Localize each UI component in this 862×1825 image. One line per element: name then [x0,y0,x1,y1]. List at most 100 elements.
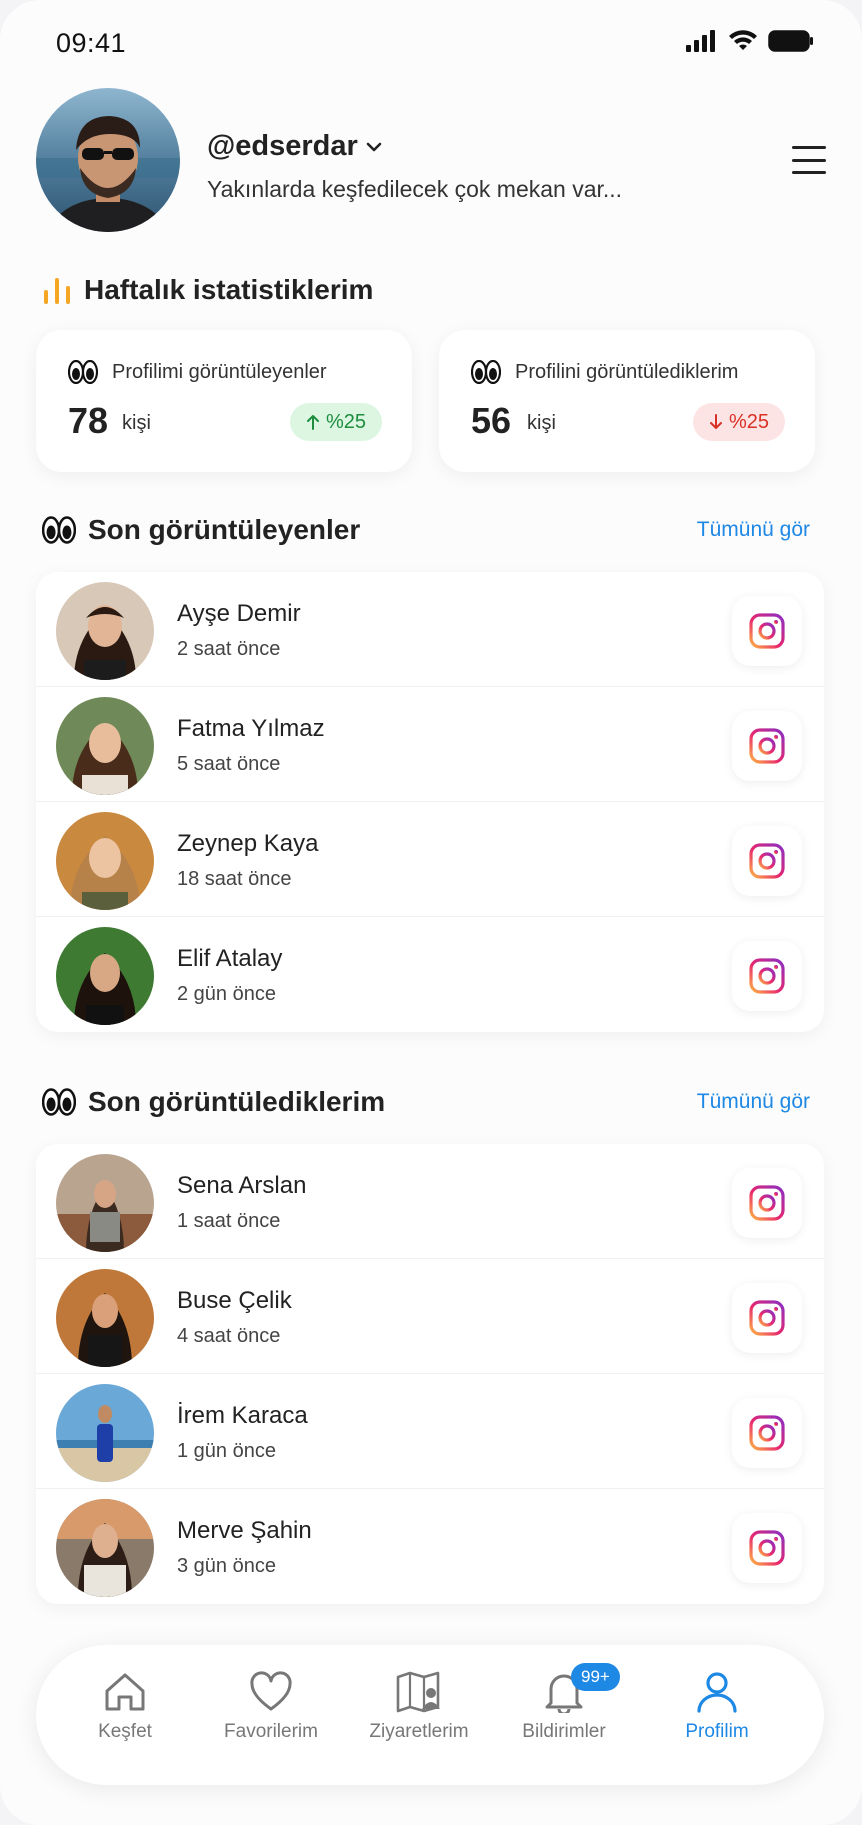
username-dropdown[interactable]: @edserdar [207,130,382,163]
view-time: 5 saat önce [177,753,281,775]
eyes-icon [471,360,501,384]
stat-value: 56 [471,400,512,441]
person-name: Sena Arslan [177,1172,307,1199]
eyes-icon [42,516,76,544]
avatar [56,812,154,910]
person-name: Merve Şahin [177,1517,312,1544]
trend-up-badge: %25 [289,403,382,441]
recent-viewed-header: Son görüntülediklerim [42,1086,385,1118]
avatar [56,1154,154,1252]
recent-viewers-header: Son görüntüleyenler [42,514,360,546]
list-item[interactable]: Elif Atalay 2 gün önce [36,917,824,1032]
recent-viewers-list: Ayşe Demir 2 saat önce Fatma Yılmaz 5 sa… [36,572,824,1032]
instagram-icon [749,613,785,649]
notification-badge: 99+ [571,1663,620,1691]
see-all-viewers-link[interactable]: Tümünü gör [697,518,810,542]
list-item[interactable]: Sena Arslan 1 saat önce [36,1144,824,1259]
username: @edserdar [207,130,358,162]
list-item[interactable]: Ayşe Demir 2 saat önce [36,572,824,687]
map-person-icon [396,1671,440,1713]
chevron-down-icon [366,142,382,151]
nav-label: Keşfet [98,1721,152,1742]
instagram-icon [749,1415,785,1451]
avatar [56,1269,154,1367]
person-name: Fatma Yılmaz [177,715,325,742]
stat-unit: kişi [122,412,151,434]
hamburger-icon-line [792,146,826,149]
weekly-stats-header: Haftalık istatistiklerim [42,274,373,306]
instagram-button[interactable] [732,711,802,781]
instagram-button[interactable] [732,826,802,896]
avatar [56,1499,154,1597]
instagram-icon [749,1530,785,1566]
nav-label: Ziyaretlerim [369,1721,469,1742]
hamburger-icon-line [792,171,826,174]
profile-avatar[interactable] [36,88,180,232]
eyes-icon [68,360,98,384]
person-name: Zeynep Kaya [177,830,319,857]
instagram-button[interactable] [732,596,802,666]
signal-icon [686,30,715,52]
stat-value: 78 [68,400,109,441]
instagram-button[interactable] [732,1283,802,1353]
instagram-button[interactable] [732,1513,802,1583]
instagram-button[interactable] [732,941,802,1011]
instagram-icon [749,843,785,879]
nav-item-favorilerim[interactable]: Favorilerim [206,1671,336,1771]
arrow-down-icon [709,414,722,429]
profile-viewers-card[interactable]: Profilimi görüntüleyenler 78 kişi %25 [36,330,412,472]
person-name: Elif Atalay [177,945,283,972]
hamburger-icon-line [792,158,826,162]
view-time: 1 saat önce [177,1210,281,1232]
view-time: 2 gün önce [177,983,276,1005]
recent-viewed-title: Son görüntülediklerim [88,1086,386,1117]
person-icon [697,1672,737,1713]
stat-label: Profilini görüntülediklerim [515,360,739,383]
instagram-button[interactable] [732,1398,802,1468]
nav-item-ziyaretlerim[interactable]: Ziyaretlerim [354,1671,484,1771]
recent-viewed-list: Sena Arslan 1 saat önce Buse Çelik 4 saa… [36,1144,824,1604]
profile-header: @edserdar Yakınlarda keşfedilecek çok me… [0,88,862,238]
nav-label: Favorilerim [224,1721,318,1742]
nav-label: Bildirimler [522,1721,606,1742]
list-item[interactable]: Fatma Yılmaz 5 saat önce [36,687,824,802]
menu-button[interactable] [792,146,826,174]
battery-icon [768,30,813,52]
view-time: 4 saat önce [177,1325,281,1347]
app-screen: 09:41 @edserdar Yakınlarda keşfedilecek … [0,0,862,1825]
trend-value: %25 [728,410,769,433]
nav-item-profilim[interactable]: Profilim [652,1671,782,1771]
wifi-icon [729,30,757,50]
profile-bio: Yakınlarda keşfedilecek çok mekan var... [207,176,623,202]
recent-viewers-title: Son görüntüleyenler [88,514,361,545]
nav-item-kesfet[interactable]: Keşfet [60,1671,190,1771]
bottom-nav: Keşfet Favorilerim Ziyaretlerim Bildirim… [36,1645,824,1785]
instagram-icon [749,1185,785,1221]
list-item[interactable]: Zeynep Kaya 18 saat önce [36,802,824,917]
see-all-viewed-link[interactable]: Tümünü gör [697,1090,810,1114]
view-time: 18 saat önce [177,868,292,890]
bar-chart-icon [44,278,70,304]
avatar [56,582,154,680]
list-item[interactable]: Merve Şahin 3 gün önce [36,1489,824,1604]
person-name: İrem Karaca [177,1402,308,1429]
trend-value: %25 [325,410,366,433]
instagram-button[interactable] [732,1168,802,1238]
person-name: Ayşe Demir [177,600,301,627]
weekly-stats-title: Haftalık istatistiklerim [84,274,374,305]
view-time: 3 gün önce [177,1555,276,1577]
heart-icon [250,1671,292,1711]
list-item[interactable]: İrem Karaca 1 gün önce [36,1374,824,1489]
avatar [56,697,154,795]
avatar [56,1384,154,1482]
avatar [56,927,154,1025]
stat-label: Profilimi görüntüleyenler [112,360,327,383]
viewed-profiles-card[interactable]: Profilini görüntülediklerim 56 kişi %25 [439,330,815,472]
arrow-up-icon [306,415,319,430]
nav-item-bildirimler[interactable]: Bildirimler 99+ [499,1663,629,1771]
list-item[interactable]: Buse Çelik 4 saat önce [36,1259,824,1374]
eyes-icon [42,1088,76,1116]
stat-unit: kişi [527,412,556,434]
home-icon [105,1673,145,1711]
view-time: 1 gün önce [177,1440,276,1462]
